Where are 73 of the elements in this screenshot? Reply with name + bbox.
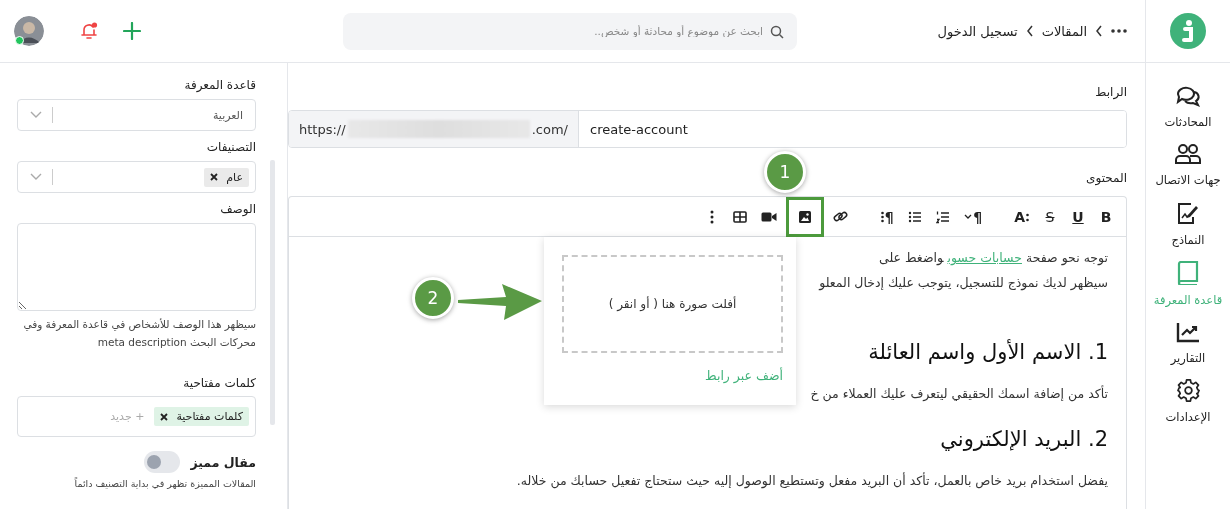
- table-icon: [733, 210, 748, 223]
- link-icon: [833, 209, 849, 224]
- font-button[interactable]: A: [1009, 201, 1034, 232]
- bold-button[interactable]: B: [1094, 201, 1118, 232]
- field-label: الرابط: [1095, 84, 1127, 101]
- field-label: التصنيفات: [205, 139, 256, 156]
- heading: 2. البريد الإلكتروني: [939, 426, 1108, 453]
- categories-select[interactable]: عام: [17, 161, 256, 193]
- chevron-down-icon: [30, 173, 42, 181]
- chevron-icon: [1025, 25, 1034, 37]
- drop-text: أفلت صورة هنا ( أو انقر ): [608, 297, 737, 311]
- settings-icon: [1176, 379, 1200, 402]
- image-icon: [798, 209, 813, 224]
- contacts-icon: [1175, 143, 1201, 165]
- more-icon: [710, 209, 715, 224]
- dots-icon: [880, 210, 884, 223]
- chat-icon: [1175, 85, 1201, 107]
- document-pen-icon: [1176, 201, 1200, 225]
- field-label: كلمات مفتاحية: [182, 375, 256, 392]
- field-label: المحتوى: [1086, 170, 1127, 187]
- toggle-label: مقال مميز: [190, 454, 256, 470]
- knowledge-base-select[interactable]: العربية: [17, 99, 256, 131]
- scrollbar[interactable]: [270, 160, 275, 425]
- paragraph: سيظهر لديك نموذج للتسجيل، يتوجب عليك إدخال المعلو: [817, 274, 1108, 293]
- step-marker: 1: [764, 151, 806, 193]
- nav-item[interactable]: التقارير: [1170, 321, 1206, 365]
- description-field[interactable]: [17, 223, 256, 311]
- field-label: الوصف: [219, 201, 256, 218]
- notification-bell-icon[interactable]: [79, 21, 99, 41]
- chevron-down-icon: [30, 111, 42, 119]
- numbered-list-icon: [936, 209, 951, 224]
- category-tag: عام: [204, 167, 249, 187]
- chevron-icon: [1095, 25, 1103, 37]
- url-field[interactable]: https:// .com/ create-account: [288, 110, 1127, 148]
- nav-item[interactable]: المحادثات: [1164, 85, 1212, 129]
- chart-icon: [1176, 321, 1200, 343]
- logo-icon[interactable]: [1170, 13, 1206, 49]
- field-label: قاعدة المعرفة: [183, 77, 256, 94]
- paragraph: يفضل استخدام بريد خاص بالعمل، تأكد أن البريد مفعل وتستطيع الوصول إليه حيث ستحتاج تفعيل حسابك من خلاله.: [515, 471, 1108, 491]
- nav-item[interactable]: الإعدادات: [1165, 379, 1211, 424]
- image-drop-zone[interactable]: أفلت صورة هنا ( أو انقر ): [562, 255, 783, 353]
- paragraph: تأكد من إضافة اسمك الحقيقي ليتعرف عليك العملاء من خ: [809, 384, 1108, 404]
- heading: 1. الاسم الأول واسم العائلة: [867, 338, 1108, 366]
- underline-button[interactable]: U: [1066, 201, 1090, 232]
- breadcrumb-item[interactable]: تسجيل الدخول: [937, 23, 1018, 39]
- remove-icon[interactable]: [160, 412, 169, 421]
- breadcrumb-item[interactable]: المقالات: [1041, 23, 1087, 39]
- image-button[interactable]: [786, 196, 825, 237]
- book-icon: [1177, 261, 1199, 285]
- keywords-field[interactable]: كلمات مفتاحية + جديد: [17, 396, 256, 437]
- keyword-tag: كلمات مفتاحية: [154, 407, 249, 426]
- nav-item[interactable]: جهات الاتصال: [1155, 143, 1221, 187]
- video-camera-icon: [761, 210, 778, 223]
- help-text: سيظهر هذا الوصف للأشخاص في قاعدة المعرفة وفي محركات البحث meta description: [22, 317, 256, 351]
- paragraph-button[interactable]: ¶: [959, 201, 988, 232]
- user-avatar[interactable]: [14, 16, 44, 46]
- url-scheme: https://: [299, 121, 346, 137]
- new-keyword-input[interactable]: + جديد: [82, 409, 147, 424]
- remove-icon[interactable]: [210, 173, 219, 181]
- search-field[interactable]: ابحث عن موضوع أو محادثة أو شخص..: [343, 12, 797, 50]
- nav-item[interactable]: النماذج: [1171, 201, 1205, 247]
- bullet-list-icon: [908, 209, 923, 224]
- help-text: المقالات المميزة تظهر في بداية التصنيف دائماً: [73, 476, 256, 491]
- featured-toggle[interactable]: [144, 451, 181, 473]
- paragraph: توجه نحو صفحة حسابات حسوب واضغط على: [878, 249, 1108, 268]
- search-icon: [770, 24, 784, 39]
- url-domain-end: .com/: [531, 121, 568, 137]
- caret-icon: [964, 213, 973, 220]
- strike-button[interactable]: S: [1038, 201, 1062, 232]
- align-button[interactable]: ¶: [875, 201, 900, 232]
- step-marker: 2: [412, 277, 454, 319]
- add-icon[interactable]: [123, 22, 141, 40]
- more-icon[interactable]: [1111, 29, 1127, 33]
